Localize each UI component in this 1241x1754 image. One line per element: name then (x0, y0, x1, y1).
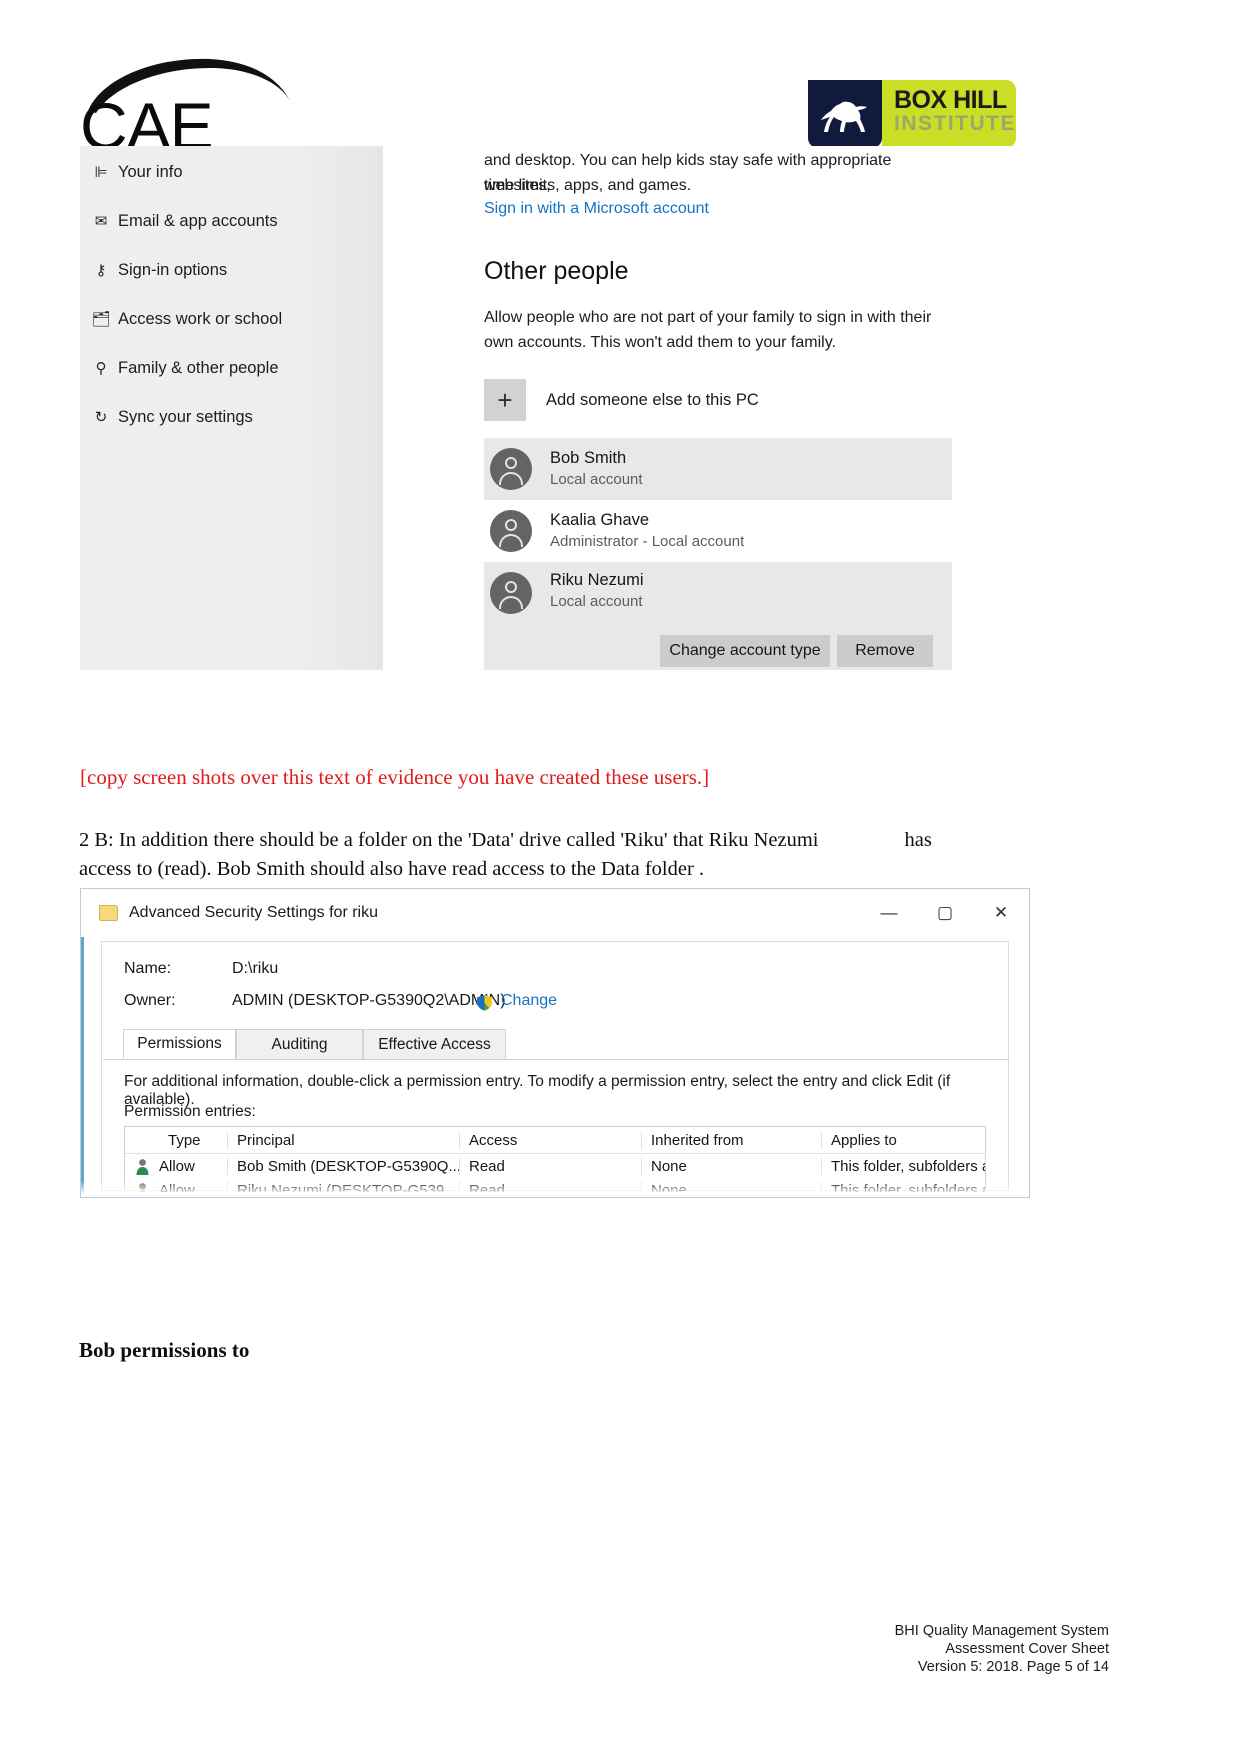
cell-applies-to: This folder, subfolders and files (821, 1181, 985, 1192)
sidebar-item-label: Email & app accounts (118, 211, 278, 230)
other-people-desc-line2: own accounts. This won't add them to you… (484, 334, 836, 351)
table-row[interactable]: Allow Riku Nezumi (DESKTOP-G539... Read … (125, 1178, 985, 1192)
close-icon[interactable]: ✕ (973, 889, 1029, 937)
add-someone-else-label: Add someone else to this PC (546, 390, 759, 409)
task-2b-part1: 2 B: In addition there should be a folde… (79, 829, 819, 851)
box-hill-wordmark: BOX HILL INSTITUTE (882, 80, 1016, 148)
cell-inherited-from: None (641, 1157, 821, 1175)
sidebar-item-your-info[interactable]: ⊫ Your info (80, 150, 383, 194)
page-header: CAE BOX HILL INSTITUTE (0, 0, 1241, 159)
table-row[interactable]: Allow Bob Smith (DESKTOP-G5390Q... Read … (125, 1154, 985, 1178)
permission-entries-table[interactable]: Type Principal Access Inherited from App… (124, 1126, 986, 1192)
dialog-tabstrip: Permissions Auditing Effective Access (103, 1029, 1009, 1060)
footer-line1: BHI Quality Management System (894, 1623, 1109, 1639)
owner-label: Owner: (124, 992, 176, 1009)
cell-principal: Bob Smith (DESKTOP-G5390Q... (227, 1157, 459, 1175)
your-info-icon: ⊫ (94, 164, 108, 181)
user-avatar-icon (490, 572, 532, 614)
envelope-icon: ✉ (94, 213, 108, 230)
tab-auditing[interactable]: Auditing (236, 1029, 363, 1059)
bob-permissions-heading: Bob permissions to (79, 1338, 250, 1362)
account-name: Riku Nezumi (550, 571, 644, 589)
box-hill-line1: BOX HILL (894, 86, 1007, 114)
sidebar-item-sync-your-settings[interactable]: ↻ Sync your settings (80, 395, 383, 439)
other-people-heading: Other people (484, 257, 629, 285)
cell-access: Read (459, 1181, 641, 1192)
sidebar-item-label: Sync your settings (118, 407, 253, 426)
sidebar-item-label: Sign-in options (118, 260, 228, 279)
folder-icon (99, 905, 118, 921)
cell-access: Read (459, 1157, 641, 1175)
settings-main-pane: and desktop. You can help kids stay safe… (383, 146, 1096, 670)
other-people-desc-line1: Allow people who are not part of your fa… (484, 309, 932, 326)
sidebar-item-family-other-people[interactable]: ⚲ Family & other people (80, 346, 383, 390)
account-name: Kaalia Ghave (550, 511, 650, 529)
name-value: D:\riku (232, 960, 279, 977)
page-footer: BHI Quality Management System Assessment… (895, 1622, 1109, 1676)
briefcase-icon: 🗂 (91, 311, 111, 328)
cae-logo: CAE (80, 55, 380, 159)
user-avatar-icon (490, 510, 532, 552)
header-access: Access (459, 1131, 641, 1149)
account-row-kaalia-ghave[interactable]: Kaalia Ghave Administrator - Local accou… (484, 500, 952, 562)
sign-in-microsoft-link[interactable]: Sign in with a Microsoft account (484, 200, 709, 218)
box-hill-line2: INSTITUTE (894, 112, 1016, 135)
permission-hint-text: For additional information, double-click… (124, 1073, 951, 1108)
name-label: Name: (124, 960, 172, 977)
footer-line3: Version 5: 2018. Page 5 of 14 (917, 1659, 1109, 1675)
plus-icon: + (484, 379, 526, 421)
account-name: Bob Smith (550, 449, 627, 467)
sidebar-item-email-app-accounts[interactable]: ✉ Email & app accounts (80, 199, 383, 243)
tab-permissions[interactable]: Permissions (123, 1029, 236, 1059)
header-principal: Principal (227, 1131, 459, 1149)
owner-value: ADMIN (DESKTOP-G5390Q2\ADMIN) (232, 992, 506, 1009)
sidebar-item-label: Family & other people (118, 358, 279, 377)
cell-type: Allow (159, 1181, 195, 1193)
cell-inherited-from: None (641, 1181, 821, 1192)
windows-settings-screenshot: ⊫ Your info ✉ Email & app accounts ⚷ Sig… (80, 146, 1096, 670)
sidebar-item-access-work-school[interactable]: 🗂 Access work or school (80, 297, 383, 341)
cell-type: Allow (159, 1157, 195, 1175)
cell-applies-to: This folder, subfolders and files (821, 1157, 985, 1175)
advanced-security-settings-dialog: Advanced Security Settings for riku — ▢ … (80, 888, 1030, 1198)
dialog-body: Name: D:\riku Owner: ADMIN (DESKTOP-G539… (101, 941, 1009, 1192)
single-user-icon (125, 1158, 159, 1175)
sidebar-item-label: Your info (118, 162, 183, 181)
account-type: Local account (550, 471, 643, 488)
minimize-icon[interactable]: — (861, 889, 917, 937)
remove-account-button[interactable]: Remove (837, 635, 933, 667)
task-2b-paragraph: 2 B: In addition there should be a folde… (79, 826, 1089, 884)
sync-icon: ↻ (94, 409, 108, 426)
permission-entries-label: Permission entries: (124, 1103, 256, 1120)
people-add-icon: ⚲ (95, 360, 107, 377)
single-user-icon (125, 1182, 159, 1192)
change-account-type-button[interactable]: Change account type (660, 635, 830, 667)
account-type: Local account (550, 593, 643, 610)
sidebar-item-label: Access work or school (118, 309, 283, 328)
red-instruction-note: [copy screen shots over this text of evi… (80, 765, 710, 789)
task-2b-part2: has (904, 829, 932, 851)
header-inherited-from: Inherited from (641, 1131, 821, 1149)
footer-line2: Assessment Cover Sheet (945, 1641, 1109, 1657)
horse-shield-icon (808, 80, 882, 148)
sidebar-item-sign-in-options[interactable]: ⚷ Sign-in options (80, 248, 383, 292)
tab-effective-access[interactable]: Effective Access (363, 1029, 506, 1059)
task-2b-part3: access to (read). Bob Smith should also … (79, 858, 705, 880)
add-someone-else-button[interactable]: + Add someone else to this PC (484, 376, 954, 424)
account-row-bob-smith[interactable]: Bob Smith Local account (484, 438, 952, 500)
settings-sidebar: ⊫ Your info ✉ Email & app accounts ⚷ Sig… (80, 146, 383, 670)
key-icon: ⚷ (95, 262, 107, 279)
header-type: Type (168, 1131, 201, 1149)
table-header-row: Type Principal Access Inherited from App… (125, 1127, 985, 1154)
dialog-title: Advanced Security Settings for riku (129, 904, 379, 921)
account-type: Administrator - Local account (550, 533, 745, 550)
change-owner-link[interactable]: Change (501, 992, 557, 1010)
maximize-icon[interactable]: ▢ (917, 889, 973, 937)
header-applies-to: Applies to (821, 1131, 985, 1149)
user-avatar-icon (490, 448, 532, 490)
cell-principal: Riku Nezumi (DESKTOP-G539... (227, 1181, 459, 1192)
box-hill-institute-logo: BOX HILL INSTITUTE (808, 80, 1016, 148)
intro-text-line2: time limits, apps, and games. (484, 177, 692, 194)
uac-shield-icon (477, 995, 492, 1011)
